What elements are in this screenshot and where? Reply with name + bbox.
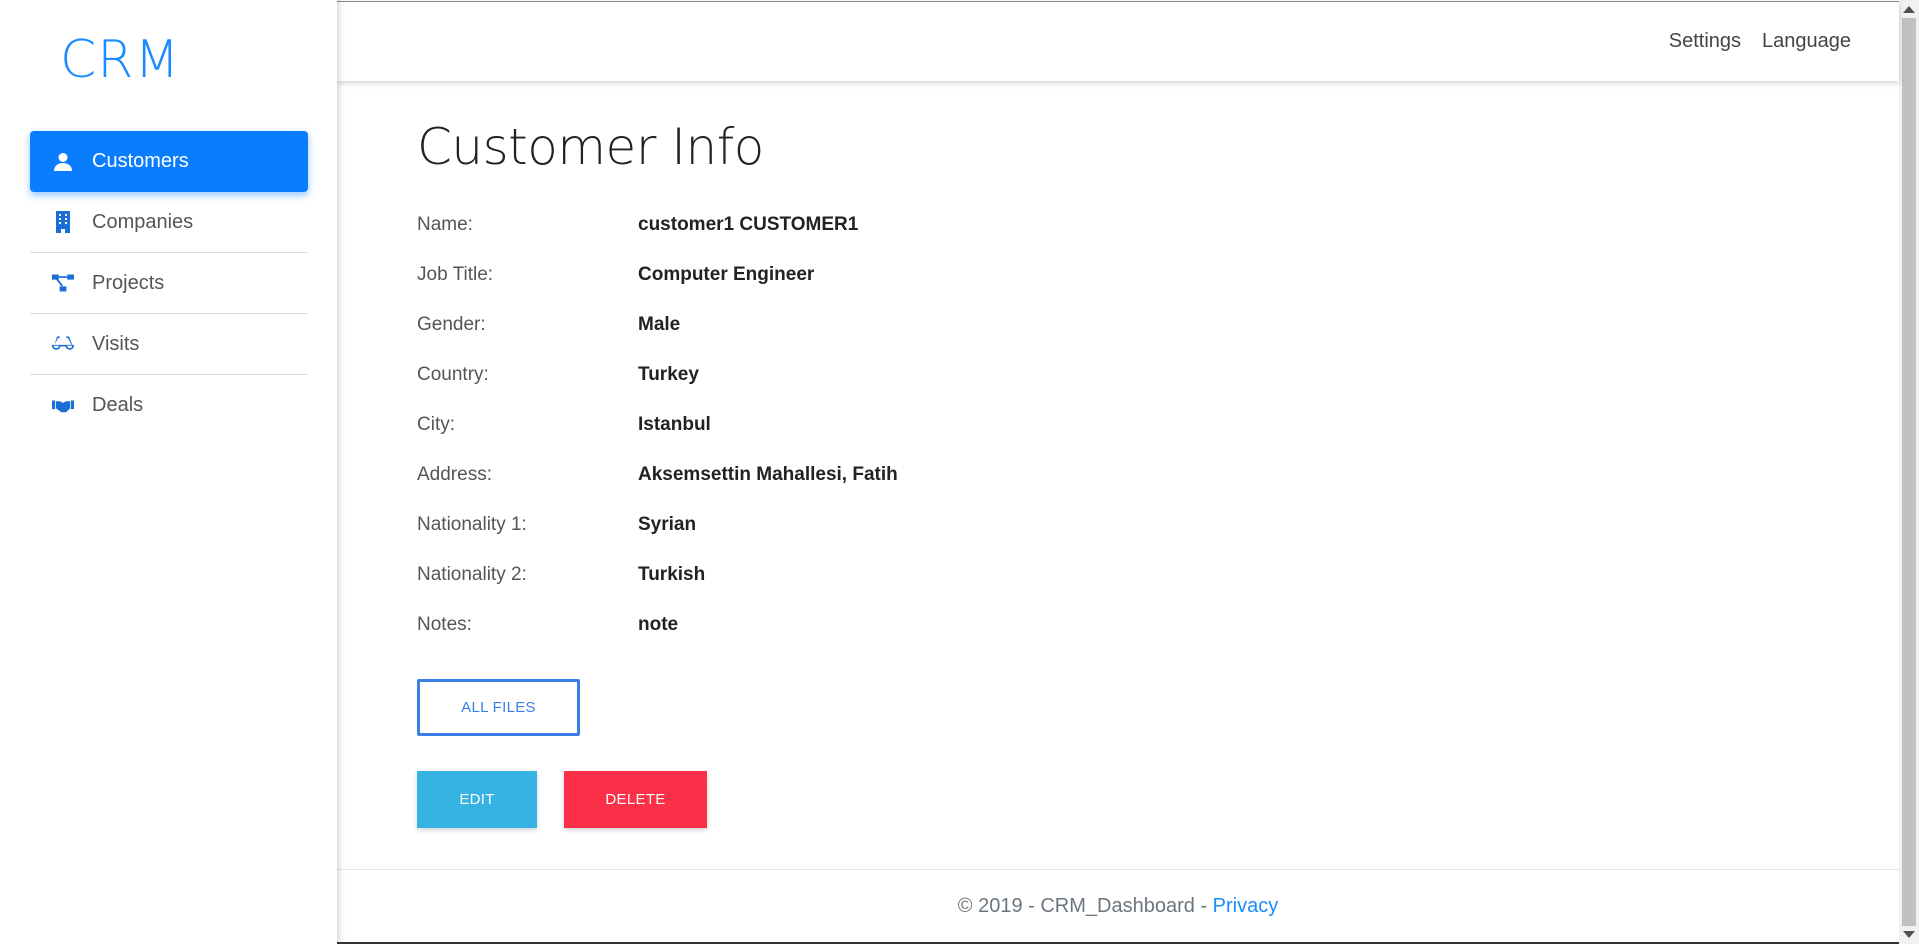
all-files-button[interactable]: ALL FILES bbox=[417, 679, 580, 736]
scroll-up-arrow-icon[interactable] bbox=[1903, 6, 1915, 13]
sidebar-item-visits[interactable]: Visits bbox=[30, 314, 308, 375]
sidebar-item-deals[interactable]: Deals bbox=[30, 375, 308, 436]
glasses-icon bbox=[52, 333, 74, 355]
sidebar-item-label: Visits bbox=[92, 332, 140, 355]
info-value: Aksemsettin Mahallesi, Fatih bbox=[638, 464, 898, 485]
info-label: Job Title: bbox=[417, 264, 494, 285]
building-icon bbox=[52, 211, 74, 233]
info-label: Gender: bbox=[417, 314, 486, 335]
info-row-city: City: Istanbul bbox=[417, 414, 1817, 464]
customer-info-list: Name: customer1 CUSTOMER1 Job Title: Com… bbox=[417, 214, 1817, 664]
sidebar-nav: Customers Companies Projects Visits Deal… bbox=[30, 131, 308, 436]
info-value: Syrian bbox=[638, 514, 697, 535]
sidebar-item-companies[interactable]: Companies bbox=[30, 192, 308, 253]
scrollbar-thumb[interactable] bbox=[1902, 18, 1916, 926]
info-label: Notes: bbox=[417, 614, 472, 635]
sidebar: CRM Customers Companies Projects Visits bbox=[0, 0, 337, 944]
info-label: City: bbox=[417, 414, 455, 435]
sidebar-item-label: Customers bbox=[92, 150, 189, 172]
info-label: Nationality 2: bbox=[417, 564, 527, 585]
delete-button[interactable]: DELETE bbox=[564, 771, 707, 828]
info-row-name: Name: customer1 CUSTOMER1 bbox=[417, 214, 1817, 264]
info-row-gender: Gender: Male bbox=[417, 314, 1817, 364]
handshake-icon bbox=[52, 395, 74, 417]
scroll-down-arrow-icon[interactable] bbox=[1903, 931, 1915, 938]
user-icon bbox=[52, 151, 74, 173]
main-content: Customer Info Name: customer1 CUSTOMER1 … bbox=[417, 118, 1817, 828]
sidebar-item-projects[interactable]: Projects bbox=[30, 253, 308, 314]
footer: © 2019 - CRM_Dashboard - Privacy bbox=[337, 895, 1899, 918]
info-value: Istanbul bbox=[638, 414, 711, 435]
info-value: Turkey bbox=[638, 364, 699, 385]
info-row-nationality-2: Nationality 2: Turkish bbox=[417, 564, 1817, 614]
brand-logo[interactable]: CRM bbox=[60, 30, 180, 90]
privacy-link[interactable]: Privacy bbox=[1213, 895, 1279, 917]
info-label: Address: bbox=[417, 464, 492, 485]
top-navbar: Settings Language bbox=[337, 1, 1899, 81]
sidebar-item-customers[interactable]: Customers bbox=[30, 131, 308, 192]
info-row-country: Country: Turkey bbox=[417, 364, 1817, 414]
footer-copyright: © 2019 - CRM_Dashboard - bbox=[957, 895, 1213, 917]
top-nav-links: Settings Language bbox=[1669, 30, 1851, 53]
info-value: Computer Engineer bbox=[638, 264, 815, 285]
footer-divider bbox=[337, 869, 1899, 870]
info-row-nationality-1: Nationality 1: Syrian bbox=[417, 514, 1817, 564]
language-link[interactable]: Language bbox=[1762, 30, 1851, 53]
project-diagram-icon bbox=[52, 272, 74, 294]
settings-link[interactable]: Settings bbox=[1669, 30, 1741, 53]
info-value: note bbox=[638, 614, 679, 635]
info-value: Male bbox=[638, 314, 681, 335]
sidebar-item-label: Projects bbox=[92, 271, 165, 294]
info-value: customer1 CUSTOMER1 bbox=[638, 214, 859, 235]
info-label: Nationality 1: bbox=[417, 514, 527, 535]
info-label: Name: bbox=[417, 214, 473, 235]
info-row-job-title: Job Title: Computer Engineer bbox=[417, 264, 1817, 314]
sidebar-item-label: Deals bbox=[92, 394, 144, 416]
page-title: Customer Info bbox=[417, 118, 764, 176]
info-row-address: Address: Aksemsettin Mahallesi, Fatih bbox=[417, 464, 1817, 514]
info-label: Country: bbox=[417, 364, 489, 385]
vertical-scrollbar[interactable] bbox=[1899, 0, 1919, 944]
info-value: Turkish bbox=[638, 564, 706, 585]
sidebar-item-label: Companies bbox=[92, 210, 194, 233]
info-row-notes: Notes: note bbox=[417, 614, 1817, 664]
edit-button[interactable]: EDIT bbox=[417, 771, 537, 828]
